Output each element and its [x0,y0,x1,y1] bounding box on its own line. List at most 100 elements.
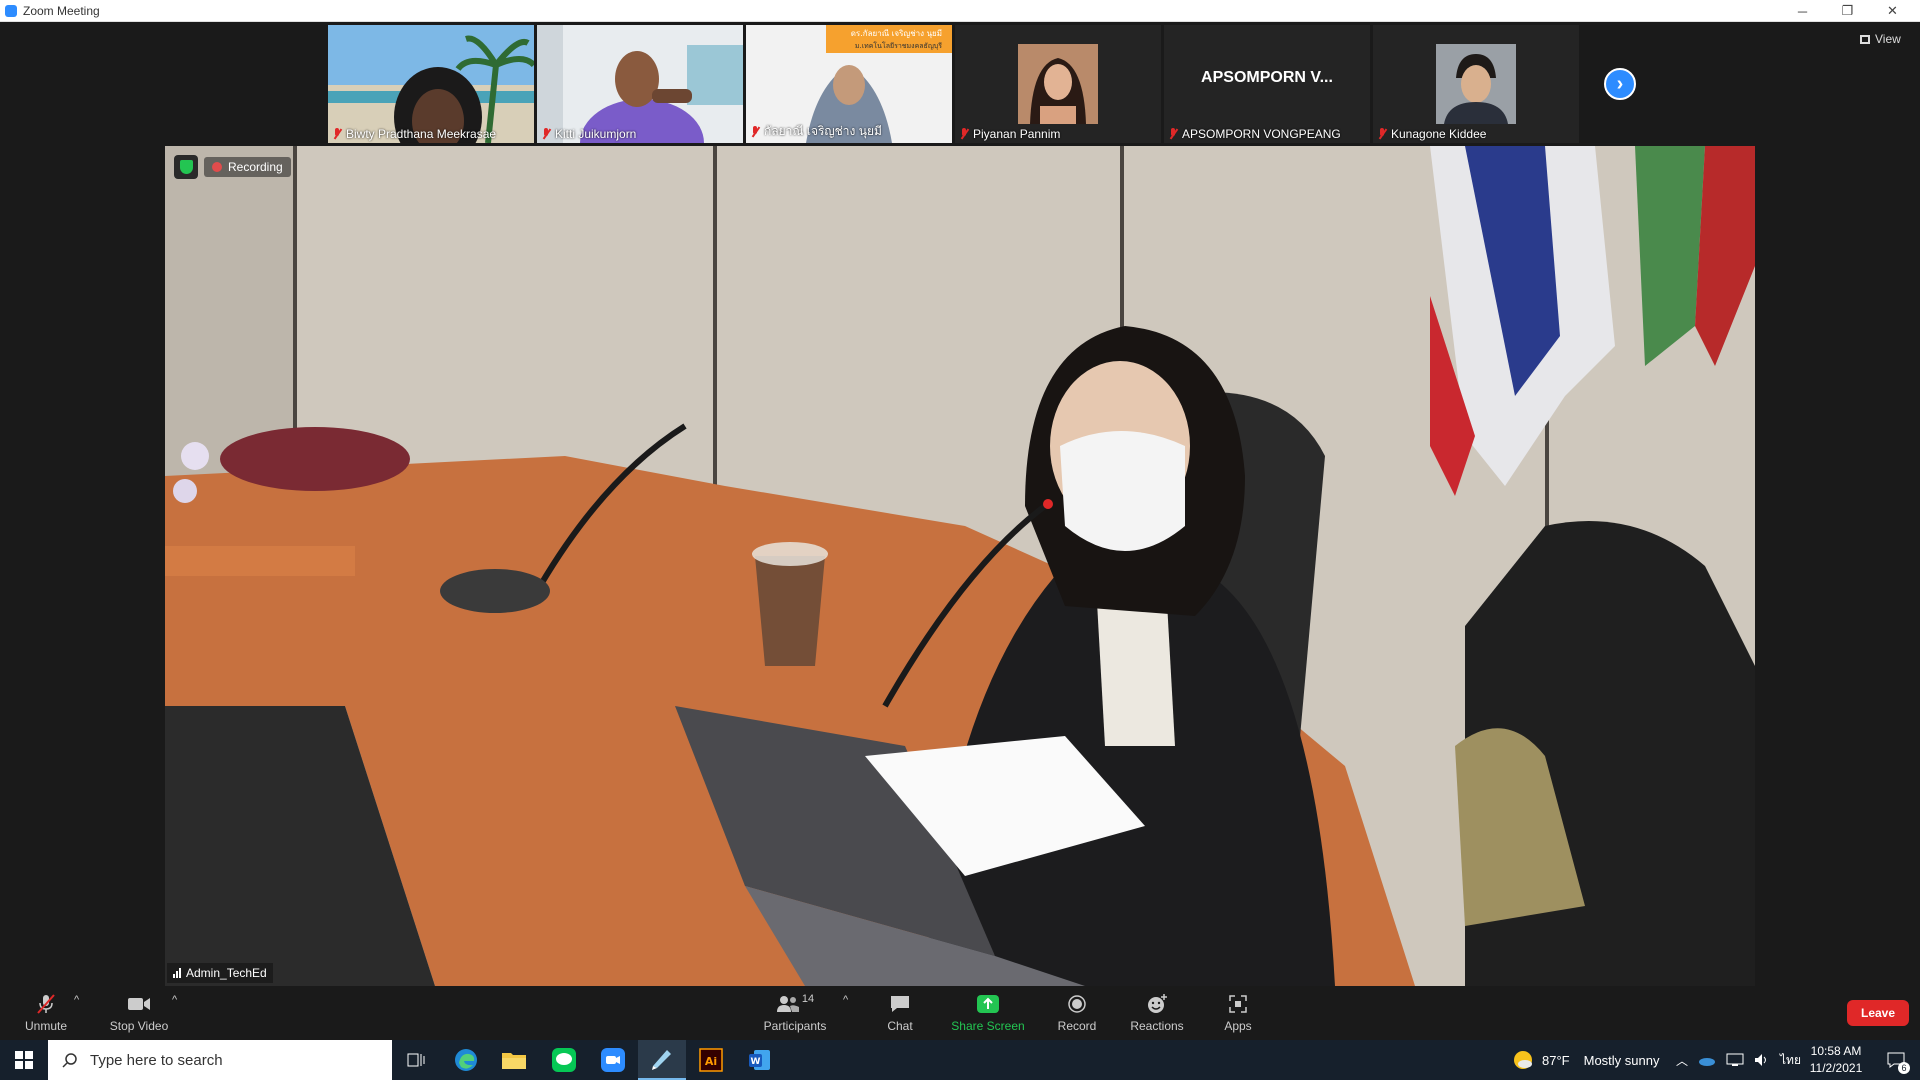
zoom-app-icon [5,4,17,17]
window-title: Zoom Meeting [23,3,100,18]
share-screen-button[interactable]: Share Screen [950,986,1026,1040]
grid-view-icon [1860,34,1870,44]
recording-label: Recording [228,160,283,174]
share-screen-icon [975,993,1001,1015]
word-icon: W [749,1050,770,1070]
line-app-icon [552,1048,576,1072]
minimize-button[interactable]: ─ [1780,0,1825,22]
smiley-icon [1144,993,1170,1015]
reactions-button[interactable]: Reactions [1129,986,1185,1040]
pen-app-icon [652,1050,671,1070]
record-label: Record [1057,1019,1097,1033]
next-page-button[interactable]: › [1604,68,1636,100]
taskbar-clock[interactable]: 10:58 AM 11/2/2021 [1796,1043,1876,1077]
participant-banner-subtext: ม.เทคโนโลยีราชมงคลธัญบุรี [855,41,942,50]
participant-name: APSOMPORN VONGPEANG [1182,127,1341,141]
participants-label: Participants [763,1019,827,1033]
folder-icon [502,1053,526,1069]
taskbar-zoom[interactable] [589,1040,637,1080]
taskbar-illustrator[interactable]: Ai [687,1040,735,1080]
participants-options-caret-icon[interactable]: ^ [843,994,848,1006]
participant-tile-name: APSOMPORN V... [1201,69,1333,86]
illustrator-icon: Ai [699,1048,723,1072]
stop-video-button[interactable]: Stop Video [104,986,174,1040]
restore-button[interactable]: ❐ [1825,0,1870,22]
apps-icon [1225,993,1251,1015]
weather-sun-icon [1514,1051,1532,1069]
participant-tile[interactable]: ดร.กัลยาณี เจริญช่าง นุยมี ม.เทคโนโลยีรา… [746,25,952,143]
taskbar-active-app[interactable] [638,1040,686,1080]
active-speaker-video [165,146,1755,986]
muted-microphone-icon [33,993,59,1015]
weather-widget[interactable]: 87°F Mostly sunny [1512,1040,1659,1080]
meeting-toolbar: Unmute ^ Stop Video ^ 14 Participants ^ … [0,986,1920,1040]
leave-button[interactable]: Leave [1847,1000,1909,1026]
speaker-name: Admin_TechEd [186,966,267,980]
security-shield-icon[interactable] [174,155,198,179]
chat-button[interactable]: Chat [880,986,920,1040]
muted-mic-icon [959,128,969,140]
video-options-caret-icon[interactable]: ^ [172,994,177,1006]
task-view-icon [407,1053,425,1067]
video-camera-icon [126,993,152,1015]
notification-center-button[interactable]: 6 [1878,1040,1914,1080]
participant-nameplate: กัลยาณี เจริญช่าง นุยมี [750,122,882,141]
clock-time: 10:58 AM [1810,1044,1862,1058]
participant-tile[interactable]: Kitti Juikumjorn [537,25,743,143]
participants-button[interactable]: 14 Participants [760,986,830,1040]
recording-indicator[interactable]: Recording [204,157,291,177]
taskbar-edge[interactable] [442,1040,490,1080]
participant-nameplate: Piyanan Pannim [959,127,1060,141]
unmute-label: Unmute [24,1019,68,1033]
view-button[interactable]: View [1860,32,1901,46]
participant-name: Kunagone Kiddee [1391,127,1487,141]
search-icon [62,1053,77,1068]
participant-tile[interactable]: APSOMPORN V... APSOMPORN VONGPEANG [1164,25,1370,143]
weather-temperature: 87°F [1542,1052,1570,1068]
system-tray: ︿ ไทย [1676,1040,1801,1080]
clock-date: 11/2/2021 [1809,1061,1863,1075]
view-label: View [1875,32,1901,46]
svg-text:W: W [751,1057,761,1067]
participant-tile[interactable]: Biwty Pradthana Meekrasae [328,25,534,143]
window-titlebar: Zoom Meeting ─ ❐ ✕ [0,0,1920,22]
participant-video [328,25,534,143]
participant-video [537,25,743,143]
chevron-right-icon: › [1616,72,1624,95]
start-button[interactable] [0,1040,48,1080]
taskbar-word[interactable]: W [736,1040,784,1080]
muted-mic-icon [541,128,551,140]
meeting-area: Biwty Pradthana Meekrasae Kitti Juikumjo… [0,22,1920,986]
participant-name: Kitti Juikumjorn [555,127,637,141]
chevron-up-icon[interactable]: ︿ [1676,1052,1688,1069]
signal-bars-icon [173,968,181,978]
record-icon [1064,993,1090,1015]
edge-browser-icon [455,1049,477,1071]
share-screen-label: Share Screen [951,1019,1025,1033]
windows-logo-icon [15,1051,33,1069]
task-view-button[interactable] [392,1040,440,1080]
participant-nameplate: Biwty Pradthana Meekrasae [332,127,496,141]
unmute-button[interactable]: Unmute [18,986,74,1040]
taskbar-search-box[interactable]: Type here to search [48,1040,392,1080]
notification-count: 6 [1898,1062,1910,1074]
search-placeholder: Type here to search [90,1051,223,1069]
taskbar-file-explorer[interactable] [490,1040,538,1080]
speaker-volume-icon[interactable] [1754,1053,1770,1067]
taskbar-line[interactable] [540,1040,588,1080]
record-button[interactable]: Record [1054,986,1100,1040]
participant-nameplate: Kitti Juikumjorn [541,127,636,141]
participant-tile[interactable]: Kunagone Kiddee [1373,25,1579,143]
stop-video-label: Stop Video [109,1019,169,1033]
muted-mic-icon [1377,128,1387,140]
network-icon[interactable] [1726,1053,1744,1067]
muted-mic-icon [750,125,760,138]
svg-text:Ai: Ai [705,1055,717,1068]
participants-count: 14 [801,993,815,1005]
audio-options-caret-icon[interactable]: ^ [74,994,79,1006]
onedrive-cloud-icon[interactable] [1698,1054,1716,1066]
apps-button[interactable]: Apps [1218,986,1258,1040]
close-button[interactable]: ✕ [1870,0,1915,22]
windows-taskbar: Type here to search Ai W 87°F Mostly sun… [0,1040,1920,1080]
participant-tile[interactable]: Piyanan Pannim [955,25,1161,143]
